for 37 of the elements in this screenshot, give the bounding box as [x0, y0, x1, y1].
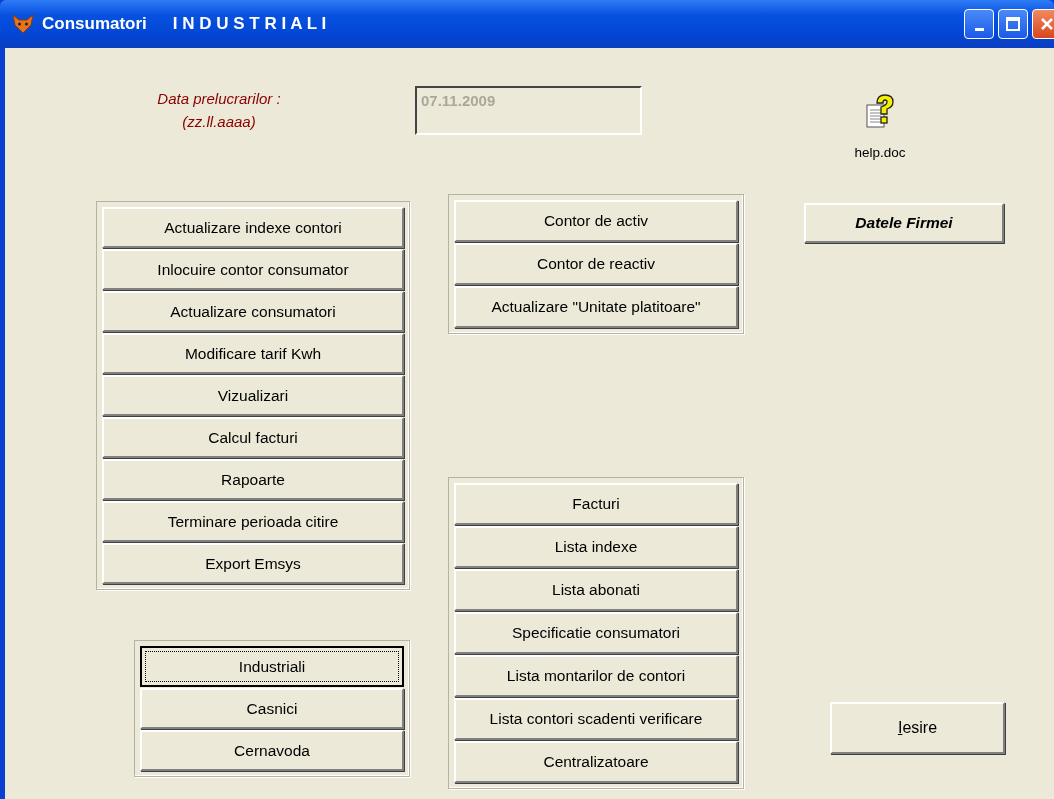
- consumer-type-button[interactable]: Casnici: [140, 688, 404, 729]
- date-format-hint: (zz.ll.aaaa): [181, 113, 257, 130]
- consumer-type-button[interactable]: Industriali: [140, 646, 404, 687]
- action-button[interactable]: Actualizare indexe contori: [102, 207, 404, 248]
- exit-button[interactable]: Iesire: [830, 702, 1005, 754]
- action-button[interactable]: Actualizare consumatori: [102, 291, 404, 332]
- help-document-icon[interactable]: [865, 93, 895, 131]
- report-button[interactable]: Centralizatoare: [454, 741, 738, 783]
- meter-button[interactable]: Contor de reactiv: [454, 243, 738, 285]
- minimize-button[interactable]: [964, 9, 994, 39]
- report-button[interactable]: Lista contori scadenti verificare: [454, 698, 738, 740]
- action-button[interactable]: Modificare tarif Kwh: [102, 333, 404, 374]
- report-button[interactable]: Lista montarilor de contori: [454, 655, 738, 697]
- consumer-type-button[interactable]: Cernavoda: [140, 730, 404, 771]
- report-button[interactable]: Lista indexe: [454, 526, 738, 568]
- minimize-icon: [974, 27, 984, 31]
- window-title: Consumatori: [42, 14, 147, 34]
- maximize-icon: [1006, 17, 1020, 31]
- report-button[interactable]: Lista abonati: [454, 569, 738, 611]
- action-button[interactable]: Export Emsys: [102, 543, 404, 584]
- company-data-button[interactable]: Datele Firmei: [804, 203, 1004, 243]
- report-button[interactable]: Specificatie consumatori: [454, 612, 738, 654]
- report-button[interactable]: Facturi: [454, 483, 738, 525]
- action-button[interactable]: Vizualizari: [102, 375, 404, 416]
- date-label: Data prelucrarilor :: [156, 90, 282, 107]
- close-icon: [1040, 17, 1054, 31]
- help-file-label[interactable]: help.doc: [854, 145, 906, 160]
- close-button[interactable]: [1032, 9, 1054, 39]
- action-button[interactable]: Inlocuire contor consumator: [102, 249, 404, 290]
- fox-head-icon: [12, 14, 34, 34]
- action-button[interactable]: Terminare perioada citire: [102, 501, 404, 542]
- action-button[interactable]: Calcul facturi: [102, 417, 404, 458]
- maximize-button[interactable]: [998, 9, 1028, 39]
- meter-button[interactable]: Contor de activ: [454, 200, 738, 242]
- meter-button[interactable]: Actualizare "Unitate platitoare": [454, 286, 738, 328]
- action-button[interactable]: Rapoarte: [102, 459, 404, 500]
- window-subtitle: I N D U S T R I A L I: [172, 14, 327, 34]
